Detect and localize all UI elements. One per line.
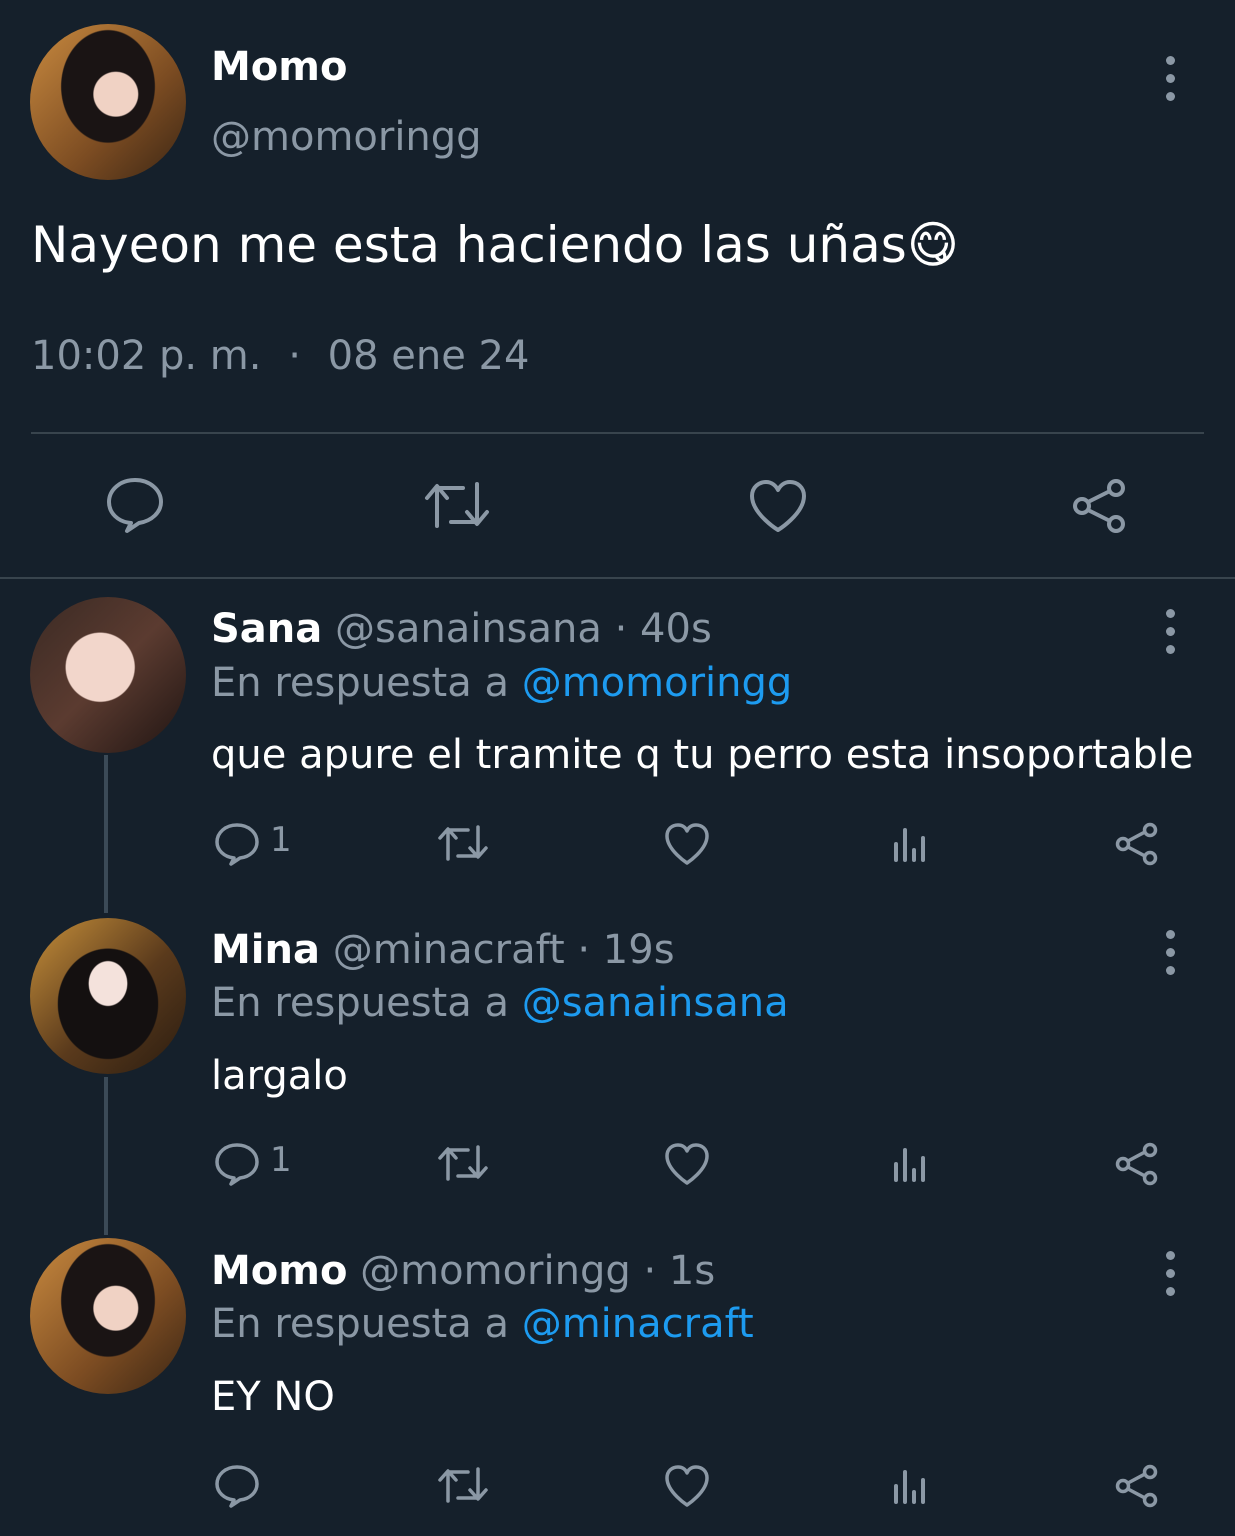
retweet-icon[interactable] — [423, 478, 491, 532]
avatar[interactable] — [30, 24, 186, 180]
author-name[interactable]: Mina — [211, 927, 320, 973]
more-icon[interactable] — [1166, 56, 1178, 110]
reply-age: · 1s — [643, 1248, 716, 1294]
author-handle[interactable]: @momoringg — [211, 114, 482, 160]
retweet-icon[interactable] — [437, 1464, 489, 1506]
author-handle[interactable]: @minacraft — [333, 927, 565, 973]
divider — [31, 432, 1204, 434]
heart-icon[interactable] — [664, 1142, 710, 1186]
reply-to-link[interactable]: @sanainsana — [522, 980, 789, 1026]
reply-icon[interactable] — [104, 476, 166, 534]
thread-line — [104, 1077, 108, 1235]
author-name[interactable]: Momo — [211, 44, 347, 90]
views-icon[interactable] — [892, 1142, 932, 1182]
more-icon[interactable] — [1166, 1251, 1178, 1305]
reply-prefix: En respuesta a — [211, 980, 509, 1026]
reply-icon[interactable] — [214, 1142, 260, 1186]
emoji: 😋 — [906, 216, 959, 274]
reply-context: En respuesta a @sanainsana — [211, 980, 789, 1026]
reply-header: Sana @sanainsana · 40s — [211, 606, 712, 652]
reply-header: Momo @momoringg · 1s — [211, 1248, 715, 1294]
more-icon[interactable] — [1166, 930, 1178, 984]
tweet-date[interactable]: 08 ene 24 — [328, 333, 530, 379]
author-handle[interactable]: @sanainsana — [335, 606, 602, 652]
share-icon[interactable] — [1114, 822, 1160, 866]
avatar[interactable] — [30, 1238, 186, 1394]
avatar[interactable] — [30, 597, 186, 753]
section-divider — [0, 577, 1235, 579]
views-icon[interactable] — [892, 822, 932, 862]
share-icon[interactable] — [1114, 1142, 1160, 1186]
views-icon[interactable] — [892, 1464, 932, 1504]
author-handle[interactable]: @momoringg — [360, 1248, 631, 1294]
reply-text: EY NO — [211, 1374, 335, 1420]
reply-context: En respuesta a @momoringg — [211, 660, 792, 706]
avatar[interactable] — [30, 918, 186, 1074]
heart-icon[interactable] — [748, 478, 808, 534]
heart-icon[interactable] — [664, 822, 710, 866]
reply-count: 1 — [270, 820, 292, 860]
reply-icon[interactable] — [214, 1464, 260, 1508]
author-name[interactable]: Momo — [211, 1248, 347, 1294]
reply-count: 1 — [270, 1140, 292, 1180]
tweet-text-body: Nayeon me esta haciendo las uñas — [31, 216, 907, 274]
retweet-icon[interactable] — [437, 1142, 489, 1184]
reply-prefix: En respuesta a — [211, 1301, 509, 1347]
reply-icon[interactable] — [214, 822, 260, 866]
heart-icon[interactable] — [664, 1464, 710, 1508]
reply-header: Mina @minacraft · 19s — [211, 927, 675, 973]
reply-context: En respuesta a @minacraft — [211, 1301, 754, 1347]
tweet-timestamp: 10:02 p. m. · 08 ene 24 — [31, 333, 529, 379]
reply-text: largalo — [211, 1053, 348, 1099]
more-icon[interactable] — [1166, 609, 1178, 663]
reply-prefix: En respuesta a — [211, 660, 509, 706]
reply-to-link[interactable]: @momoringg — [522, 660, 793, 706]
tweet-time: 10:02 p. m. — [31, 333, 262, 379]
author-name[interactable]: Sana — [211, 606, 322, 652]
thread-line — [104, 755, 108, 913]
reply-text: que apure el tramite q tu perro esta ins… — [211, 732, 1194, 778]
tweet-text: Nayeon me esta haciendo las uñas😋 — [31, 216, 959, 274]
share-icon[interactable] — [1114, 1464, 1160, 1508]
reply-to-link[interactable]: @minacraft — [522, 1301, 754, 1347]
retweet-icon[interactable] — [437, 822, 489, 864]
timestamp-separator: · — [288, 333, 301, 379]
share-icon[interactable] — [1070, 478, 1130, 534]
reply-age: · 19s — [577, 927, 675, 973]
reply-age: · 40s — [614, 606, 712, 652]
